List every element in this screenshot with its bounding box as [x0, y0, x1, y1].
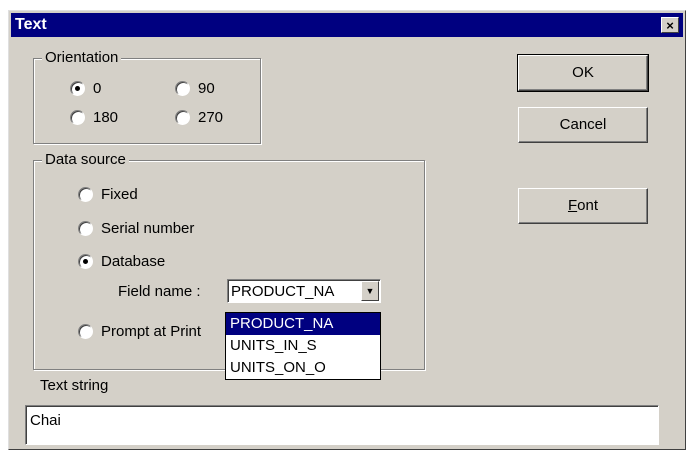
data-source-radio-fixed[interactable]: Fixed — [78, 186, 138, 203]
data-source-label-serial-number: Serial number — [101, 220, 195, 237]
font-button[interactable]: Font — [518, 188, 648, 224]
text-string-label: Text string — [40, 377, 109, 394]
radio-button[interactable] — [78, 324, 93, 339]
data-source-group-title: Data source — [42, 151, 129, 169]
text-string-value: Chai — [30, 412, 61, 429]
orientation-radio-180[interactable]: 180 — [70, 109, 118, 126]
radio-button[interactable] — [70, 110, 85, 125]
data-source-label-database: Database — [101, 253, 166, 270]
title-bar: Text × — [11, 13, 683, 37]
orientation-group: Orientation — [33, 49, 261, 144]
window-title: Text — [15, 16, 47, 33]
data-source-radio-prompt-at-print[interactable]: Prompt at Print — [78, 323, 201, 340]
data-source-label-prompt-at-print: Prompt at Print — [101, 323, 202, 340]
field-name-label: Field name : — [118, 283, 201, 300]
orientation-radio-90[interactable]: 90 — [175, 80, 215, 97]
dropdown-item-units-in-s[interactable]: UNITS_IN_S — [226, 335, 380, 357]
field-name-combobox[interactable]: PRODUCT_NA ▼ — [227, 279, 381, 303]
ok-button[interactable]: OK — [517, 54, 649, 92]
field-name-value: PRODUCT_NA — [231, 283, 335, 300]
radio-button[interactable] — [175, 81, 190, 96]
orientation-radio-270[interactable]: 270 — [175, 109, 223, 126]
text-string-input[interactable]: Chai — [25, 405, 659, 445]
dropdown-item-product-na[interactable]: PRODUCT_NA — [226, 313, 380, 335]
orientation-label-90: 90 — [198, 80, 215, 97]
close-icon[interactable]: × — [661, 17, 679, 33]
data-source-label-fixed: Fixed — [101, 186, 138, 203]
data-source-radio-database[interactable]: Database — [78, 253, 165, 270]
radio-button[interactable] — [175, 110, 190, 125]
orientation-group-title: Orientation — [42, 49, 122, 67]
orientation-label-0: 0 — [93, 80, 102, 97]
radio-button[interactable] — [78, 221, 93, 236]
data-source-radio-serial-number[interactable]: Serial number — [78, 220, 194, 237]
font-button-label: ont — [577, 197, 599, 214]
cancel-button[interactable]: Cancel — [518, 107, 648, 143]
radio-button-checked[interactable] — [70, 81, 85, 96]
radio-button-checked[interactable] — [78, 254, 93, 269]
orientation-radio-0[interactable]: 0 — [70, 80, 101, 97]
radio-button[interactable] — [78, 187, 93, 202]
down-triangle-icon[interactable]: ▼ — [361, 281, 379, 301]
orientation-label-180: 180 — [93, 109, 119, 126]
dropdown-item-units-on-o[interactable]: UNITS_ON_O — [226, 357, 380, 379]
orientation-label-270: 270 — [198, 109, 224, 126]
font-accelerator: F — [567, 197, 578, 214]
field-name-dropdown-list[interactable]: PRODUCT_NA UNITS_IN_S UNITS_ON_O — [225, 312, 381, 380]
